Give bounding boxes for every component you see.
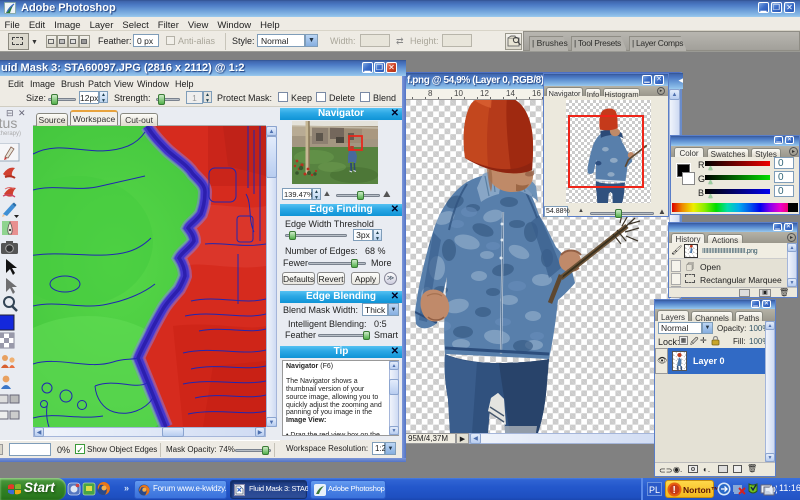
- svg-text:!: !: [673, 485, 676, 496]
- svg-text:»: »: [124, 483, 129, 493]
